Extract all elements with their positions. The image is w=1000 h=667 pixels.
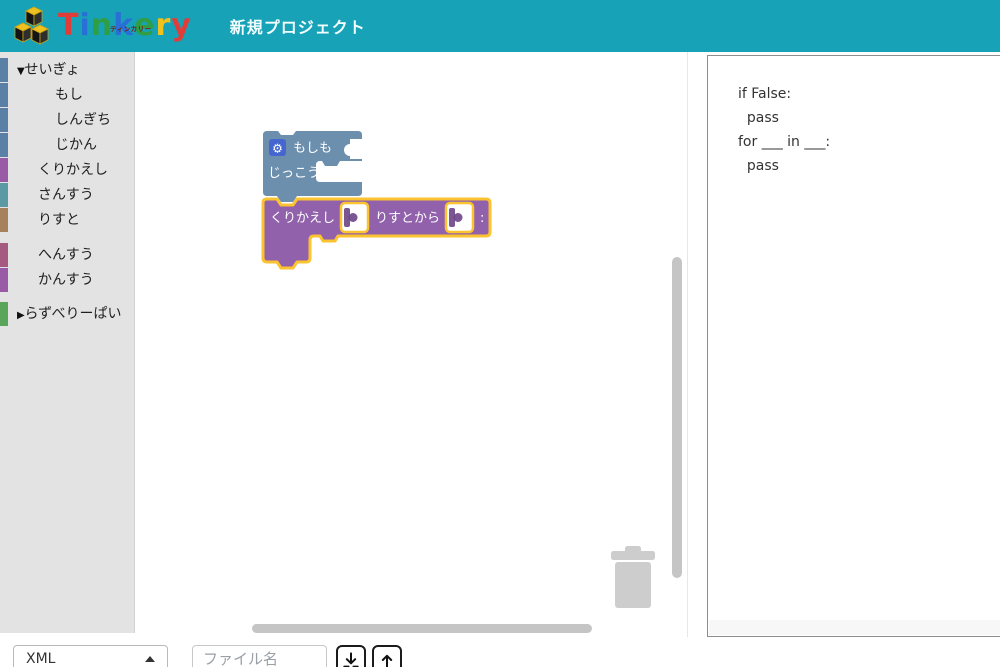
select-caret-icon	[145, 656, 155, 662]
download-button[interactable]	[336, 645, 366, 667]
for-block-label-colon: :	[480, 211, 484, 226]
value-input-socket[interactable]	[444, 201, 475, 234]
for-each-block[interactable]: くりかえし りすとから :	[261, 197, 492, 270]
app-window: Tinkery ティンカリー 新規プロジェクト ▼ せいぎょ もし しんぎち じ…	[0, 0, 1000, 667]
generated-code-panel: if False: pass for ___ in ___: pass	[707, 55, 1000, 637]
code-line: if False:	[738, 86, 792, 102]
if-block-label-do: じっこう	[268, 166, 320, 181]
upload-button[interactable]	[372, 645, 402, 667]
code-line: for ___ in ___:	[738, 134, 831, 150]
vertical-scrollbar[interactable]	[672, 257, 682, 578]
mutator-gear-icon[interactable]: ⚙	[269, 139, 286, 156]
workspace-edge-divider	[687, 52, 688, 637]
code-line: pass	[738, 158, 779, 174]
export-format-select[interactable]: XML	[13, 645, 168, 667]
if-block[interactable]: ⚙ もしも じっこう	[263, 131, 362, 202]
code-text: if False: pass for ___ in ___: pass	[708, 56, 1000, 178]
for-block-label-repeat: くりかえし	[270, 211, 335, 226]
if-block-label-if: もしも	[293, 141, 332, 156]
download-arrow-icon	[343, 651, 359, 667]
filename-input[interactable]	[192, 645, 327, 667]
code-line: pass	[738, 110, 779, 126]
for-block-label-fromlist: りすとから	[375, 211, 440, 226]
upload-arrow-icon	[381, 654, 393, 667]
svg-text:⚙: ⚙	[272, 142, 283, 156]
code-panel-scroll-track	[709, 620, 1000, 635]
horizontal-scrollbar[interactable]	[252, 624, 592, 633]
export-format-value: XML	[26, 651, 56, 667]
trash-can-icon[interactable]	[605, 542, 665, 617]
value-input-socket[interactable]	[339, 201, 370, 234]
